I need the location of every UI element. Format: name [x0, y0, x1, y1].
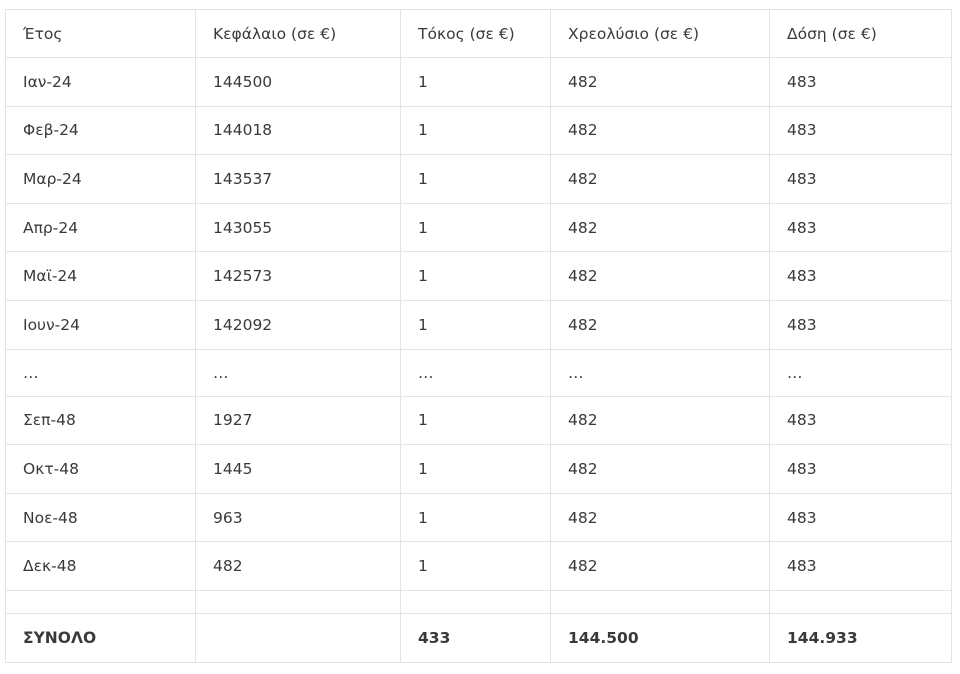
spacer-cell	[195, 589, 401, 614]
cell-installment: 483	[769, 492, 952, 543]
cell-interest: 1	[400, 395, 551, 446]
cell-principal: 482	[550, 251, 770, 301]
cell-installment: 483	[769, 154, 952, 204]
cell-interest: 1	[400, 492, 551, 543]
table-row: Δεκ-48 482 1 482 483	[5, 541, 952, 591]
cell-year: Δεκ-48	[5, 541, 196, 591]
amortization-table-container: Έτος Κεφάλαιο (σε €) Τόκος (σε €) Χρεολύ…	[5, 9, 952, 663]
cell-year: Φεβ-24	[5, 105, 196, 156]
cell-year: Ιουν-24	[5, 299, 196, 350]
cell-installment: 483	[769, 395, 952, 446]
cell-interest: 1	[400, 202, 551, 253]
cell-principal: 482	[550, 105, 770, 156]
spacer-cell	[550, 589, 770, 614]
total-label: ΣΥΝΟΛΟ	[5, 612, 196, 663]
cell-principal: 482	[550, 541, 770, 591]
table-spacer-row	[5, 589, 952, 614]
cell-year: Απρ-24	[5, 202, 196, 253]
cell-capital: 142092	[195, 299, 401, 350]
cell-interest: 1	[400, 154, 551, 204]
cell-principal: 482	[550, 57, 770, 107]
header-capital: Κεφάλαιο (σε €)	[195, 9, 401, 58]
cell-year: Νοε-48	[5, 492, 196, 543]
cell-installment: 483	[769, 57, 952, 107]
cell-year: Σεπ-48	[5, 395, 196, 446]
cell-capital: 143537	[195, 154, 401, 204]
cell-installment: 483	[769, 541, 952, 591]
header-principal: Χρεολύσιο (σε €)	[550, 9, 770, 58]
header-year: Έτος	[5, 9, 196, 58]
table-row: Νοε-48 963 1 482 483	[5, 492, 952, 543]
cell-interest: 1	[400, 105, 551, 156]
cell-year: Μαϊ-24	[5, 251, 196, 301]
cell-capital: 963	[195, 492, 401, 543]
cell-installment: 483	[769, 105, 952, 156]
cell-principal: 482	[550, 395, 770, 446]
cell-principal: 482	[550, 492, 770, 543]
table-row: Μαρ-24 143537 1 482 483	[5, 154, 952, 204]
cell-principal: 482	[550, 444, 770, 494]
cell-interest: …	[400, 348, 551, 397]
cell-installment: 483	[769, 444, 952, 494]
cell-capital: 1445	[195, 444, 401, 494]
table-row: Ιουν-24 142092 1 482 483	[5, 299, 952, 350]
cell-interest: 1	[400, 541, 551, 591]
spacer-cell	[400, 589, 551, 614]
cell-capital: 1927	[195, 395, 401, 446]
cell-interest: 1	[400, 299, 551, 350]
table-row: Οκτ-48 1445 1 482 483	[5, 444, 952, 494]
cell-capital: 482	[195, 541, 401, 591]
table-row: Σεπ-48 1927 1 482 483	[5, 395, 952, 446]
header-installment: Δόση (σε €)	[769, 9, 952, 58]
cell-interest: 1	[400, 444, 551, 494]
cell-capital: …	[195, 348, 401, 397]
cell-principal: 482	[550, 154, 770, 204]
total-capital	[195, 612, 401, 663]
total-principal: 144.500	[550, 612, 770, 663]
cell-installment: 483	[769, 299, 952, 350]
cell-principal: 482	[550, 299, 770, 350]
cell-capital: 142573	[195, 251, 401, 301]
table-total-row: ΣΥΝΟΛΟ 433 144.500 144.933	[5, 612, 952, 663]
cell-year: …	[5, 348, 196, 397]
cell-year: Μαρ-24	[5, 154, 196, 204]
cell-capital: 144018	[195, 105, 401, 156]
table-row-ellipsis: … … … … …	[5, 348, 952, 397]
cell-installment: …	[769, 348, 952, 397]
cell-interest: 1	[400, 251, 551, 301]
cell-principal: …	[550, 348, 770, 397]
header-interest: Τόκος (σε €)	[400, 9, 551, 58]
spacer-cell	[5, 589, 196, 614]
total-interest: 433	[400, 612, 551, 663]
table-row: Ιαν-24 144500 1 482 483	[5, 57, 952, 107]
total-installment: 144.933	[769, 612, 952, 663]
cell-installment: 483	[769, 251, 952, 301]
cell-installment: 483	[769, 202, 952, 253]
table-row: Μαϊ-24 142573 1 482 483	[5, 251, 952, 301]
cell-capital: 143055	[195, 202, 401, 253]
cell-principal: 482	[550, 202, 770, 253]
table-row: Φεβ-24 144018 1 482 483	[5, 105, 952, 156]
amortization-table: Έτος Κεφάλαιο (σε €) Τόκος (σε €) Χρεολύ…	[5, 9, 952, 663]
cell-year: Ιαν-24	[5, 57, 196, 107]
cell-capital: 144500	[195, 57, 401, 107]
cell-year: Οκτ-48	[5, 444, 196, 494]
cell-interest: 1	[400, 57, 551, 107]
table-row: Απρ-24 143055 1 482 483	[5, 202, 952, 253]
table-header-row: Έτος Κεφάλαιο (σε €) Τόκος (σε €) Χρεολύ…	[5, 9, 952, 58]
spacer-cell	[769, 589, 952, 614]
